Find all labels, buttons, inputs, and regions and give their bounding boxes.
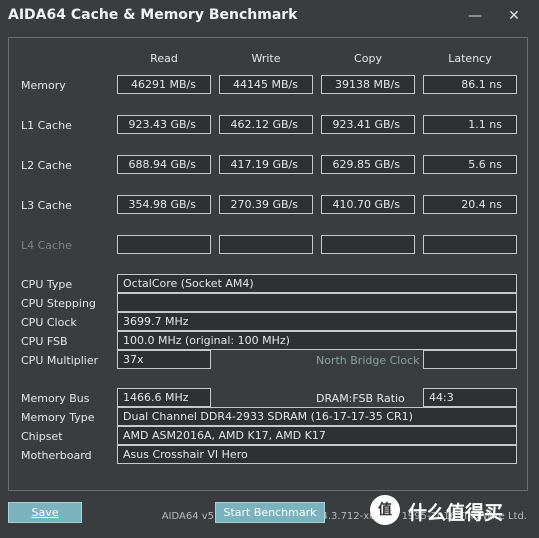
cpu-fsb-value: 100.0 MHz (original: 100 MHz)	[117, 331, 517, 350]
window-title: AIDA64 Cache & Memory Benchmark	[8, 7, 298, 23]
l3-latency-value: 20.4 ns	[423, 195, 517, 214]
l4-write-value	[219, 235, 313, 254]
l3-read-value: 354.98 GB/s	[117, 195, 211, 214]
watermark-logo: 值 什么值得买	[364, 493, 534, 529]
l1-write-value: 462.12 GB/s	[219, 115, 313, 134]
memory-write-value: 44145 MB/s	[219, 75, 313, 94]
dram-fsb-ratio-value: 44:3	[423, 388, 517, 407]
benchmark-panel: Read Write Copy Latency Memory 46291 MB/…	[8, 37, 528, 522]
memory-copy-value: 39138 MB/s	[321, 75, 415, 94]
watermark-text: 什么值得买	[408, 502, 504, 524]
l2-read-value: 688.94 GB/s	[117, 155, 211, 174]
motherboard-value: Asus Crosshair VI Hero	[117, 445, 517, 464]
cpu-multiplier-label: CPU Multiplier	[21, 354, 99, 367]
row-label-l4-cache: L4 Cache	[21, 239, 72, 252]
l4-read-value	[117, 235, 211, 254]
l1-copy-value: 923.41 GB/s	[321, 115, 415, 134]
cpu-fsb-label: CPU FSB	[21, 335, 68, 348]
l1-latency-value: 1.1 ns	[423, 115, 517, 134]
dram-fsb-ratio-label: DRAM:FSB Ratio	[316, 392, 405, 405]
cpu-clock-label: CPU Clock	[21, 316, 77, 329]
watermark-mark: 值	[370, 495, 400, 525]
cpu-stepping-value	[117, 293, 517, 312]
column-header-latency: Latency	[448, 52, 492, 65]
close-icon[interactable]: ✕	[497, 2, 531, 30]
l1-read-value: 923.43 GB/s	[117, 115, 211, 134]
north-bridge-clock-value	[423, 350, 517, 369]
title-bar: AIDA64 Cache & Memory Benchmark — ✕	[0, 0, 539, 34]
minimize-icon[interactable]: —	[458, 2, 492, 30]
chipset-value: AMD ASM2016A, AMD K17, AMD K17	[117, 426, 517, 445]
l2-latency-value: 5.6 ns	[423, 155, 517, 174]
memory-latency-value: 86.1 ns	[423, 75, 517, 94]
l2-copy-value: 629.85 GB/s	[321, 155, 415, 174]
cpu-type-value: OctalCore (Socket AM4)	[117, 274, 517, 293]
l3-write-value: 270.39 GB/s	[219, 195, 313, 214]
memory-bus-value: 1466.6 MHz	[117, 388, 211, 407]
chipset-label: Chipset	[21, 430, 63, 443]
cpu-clock-value: 3699.7 MHz	[117, 312, 517, 331]
motherboard-label: Motherboard	[21, 449, 92, 462]
save-button[interactable]: Save	[8, 502, 82, 523]
save-button-label: Save	[31, 506, 59, 519]
row-label-memory: Memory	[21, 79, 66, 92]
row-label-l1-cache: L1 Cache	[21, 119, 72, 132]
north-bridge-clock-label: North Bridge Clock	[316, 354, 420, 367]
memory-type-label: Memory Type	[21, 411, 95, 424]
memory-type-value: Dual Channel DDR4-2933 SDRAM (16-17-17-3…	[117, 407, 517, 426]
start-benchmark-label: Start Benchmark	[223, 506, 317, 519]
column-header-read: Read	[150, 52, 178, 65]
row-label-l2-cache: L2 Cache	[21, 159, 72, 172]
column-header-copy: Copy	[354, 52, 382, 65]
column-header-write: Write	[251, 52, 281, 65]
l3-copy-value: 410.70 GB/s	[321, 195, 415, 214]
cpu-type-label: CPU Type	[21, 278, 73, 291]
row-label-l3-cache: L3 Cache	[21, 199, 72, 212]
cpu-multiplier-value: 37x	[117, 350, 211, 369]
cpu-stepping-label: CPU Stepping	[21, 297, 96, 310]
l2-write-value: 417.19 GB/s	[219, 155, 313, 174]
memory-read-value: 46291 MB/s	[117, 75, 211, 94]
l4-copy-value	[321, 235, 415, 254]
start-benchmark-button[interactable]: Start Benchmark	[215, 502, 325, 523]
l4-latency-value	[423, 235, 517, 254]
memory-bus-label: Memory Bus	[21, 392, 90, 405]
